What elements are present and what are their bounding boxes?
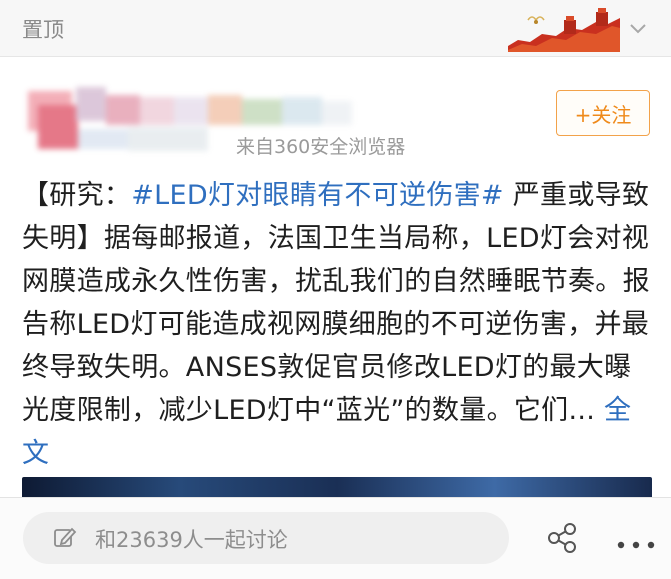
post-text-body: 严重或导致失明】据每邮报道，法国卫生当局称，LED灯会对视网膜造成永久性伤害，扰… (22, 180, 650, 426)
comment-placeholder: 和23639人一起讨论 (95, 528, 288, 552)
pen-icon (53, 526, 77, 550)
comment-input[interactable]: 和23639人一起讨论 (23, 512, 509, 564)
more-icon[interactable] (617, 534, 655, 549)
follow-button-label: +关注 (574, 102, 632, 127)
great-wall-banner (508, 6, 620, 52)
post-image[interactable] (22, 477, 652, 499)
chevron-down-icon[interactable] (628, 18, 648, 38)
post-source: 来自360安全浏览器 (236, 136, 406, 158)
top-bar: 置顶 (0, 0, 671, 57)
post-text-prefix: 【研究： (22, 180, 132, 211)
post-text: 【研究：#LED灯对眼睛有不可逆伤害# 严重或导致失明】据每邮报道，法国卫生当局… (22, 174, 652, 475)
pinned-label: 置顶 (22, 18, 64, 42)
bottom-bar: 和23639人一起讨论 (0, 497, 671, 579)
follow-button[interactable]: +关注 (556, 90, 650, 136)
topic-link[interactable]: #LED灯对眼睛有不可逆伤害# (131, 180, 504, 211)
share-icon[interactable] (546, 522, 578, 554)
